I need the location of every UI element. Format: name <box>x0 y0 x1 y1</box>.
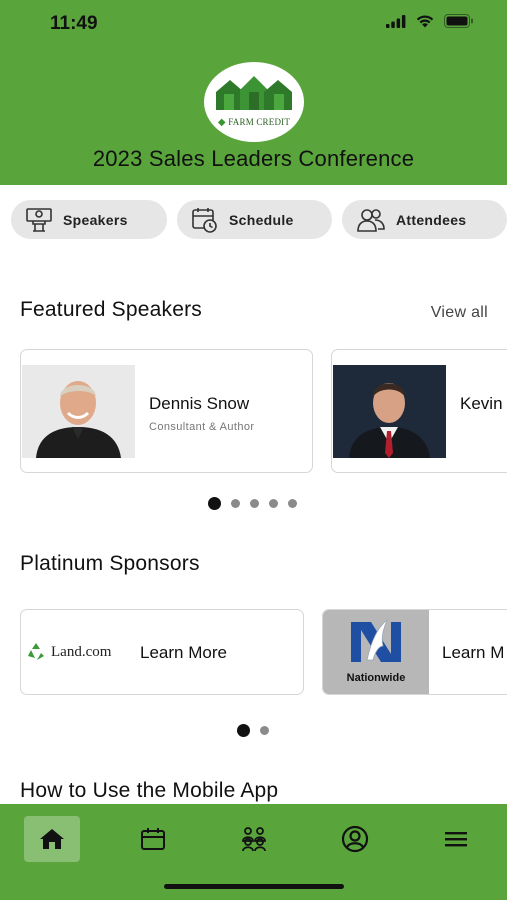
wifi-icon <box>416 15 434 27</box>
nav-schedule[interactable] <box>125 816 181 862</box>
speaker-portrait-icon <box>333 365 446 458</box>
how-to-title: How to Use the Mobile App <box>20 779 279 802</box>
platinum-sponsors-title: Platinum Sponsors <box>20 552 200 575</box>
speakers-pagination <box>208 497 297 510</box>
speaker-role: Consultant & Author <box>149 421 255 433</box>
pagination-dot[interactable] <box>250 499 259 508</box>
speakers-button[interactable]: Speakers <box>11 200 167 239</box>
profile-icon <box>341 825 369 853</box>
menu-icon <box>445 832 467 847</box>
pagination-dot[interactable] <box>260 726 269 735</box>
people-icon <box>357 208 385 232</box>
sponsor-logo-text: Nationwide <box>346 672 406 684</box>
speaker-name: Dennis Snow <box>149 394 250 413</box>
sponsors-pagination <box>237 724 269 737</box>
status-icons <box>386 14 474 28</box>
recycle-leaf-icon <box>28 643 44 660</box>
attendees-label: Attendees <box>396 211 467 228</box>
calendar-icon <box>141 828 165 850</box>
people-group-icon <box>242 827 266 852</box>
home-indicator[interactable] <box>164 884 344 889</box>
speaker-card[interactable]: Dennis Snow Consultant & Author <box>20 349 313 473</box>
nav-profile[interactable] <box>327 816 383 862</box>
learn-more-link[interactable]: Learn M <box>442 643 504 663</box>
signal-icon <box>386 14 406 28</box>
barn-logo-icon <box>216 76 292 110</box>
learn-more-link[interactable]: Learn More <box>140 643 227 663</box>
pagination-dot[interactable] <box>237 724 250 737</box>
featured-speakers-title: Featured Speakers <box>20 298 203 321</box>
view-all-link[interactable]: View all <box>431 304 488 322</box>
logo-leaf-icon: ◆ <box>217 117 226 128</box>
home-icon <box>40 829 64 849</box>
sponsor-card[interactable]: Nationwide Learn M <box>322 609 507 695</box>
status-bar: 11:49 <box>0 0 507 50</box>
nav-home[interactable] <box>24 816 80 862</box>
calendar-clock-icon <box>192 207 217 233</box>
header: 11:49 ◆ FARM CREDIT 2023 Sales Leaders C… <box>0 0 507 185</box>
sponsor-logo-text: Land.com <box>51 643 112 660</box>
schedule-label: Schedule <box>229 211 294 228</box>
pagination-dot[interactable] <box>288 499 297 508</box>
logo-wordmark: ◆ Farm Credit <box>204 117 304 128</box>
speakers-label: Speakers <box>63 211 128 228</box>
logo-text: Farm Credit <box>228 117 291 127</box>
sponsor-card[interactable]: Land.com Learn More <box>20 609 304 695</box>
eagle-icon <box>351 618 401 662</box>
pagination-dot[interactable] <box>208 497 221 510</box>
status-time: 11:49 <box>50 13 98 34</box>
pagination-dot[interactable] <box>231 499 240 508</box>
schedule-button[interactable]: Schedule <box>177 200 332 239</box>
conference-title: 2023 Sales Leaders Conference <box>92 146 415 171</box>
speaker-podium-icon <box>26 207 52 232</box>
battery-icon <box>444 14 473 28</box>
nav-attendees[interactable] <box>226 816 282 862</box>
farm-credit-logo: ◆ Farm Credit <box>204 62 304 142</box>
pagination-dot[interactable] <box>269 499 278 508</box>
app-screen: 11:49 ◆ FARM CREDIT 2023 Sales Leaders C… <box>0 0 507 900</box>
speaker-card[interactable]: Kevin <box>331 349 507 473</box>
speaker-portrait-icon <box>22 365 135 458</box>
attendees-button[interactable]: Attendees <box>342 200 507 239</box>
speaker-photo <box>22 365 135 458</box>
speaker-photo <box>333 365 446 458</box>
speaker-name: Kevin <box>460 394 503 413</box>
sponsor-logo: Land.com <box>25 610 135 694</box>
sponsor-logo: Nationwide <box>323 610 429 694</box>
nav-menu[interactable] <box>428 816 484 862</box>
